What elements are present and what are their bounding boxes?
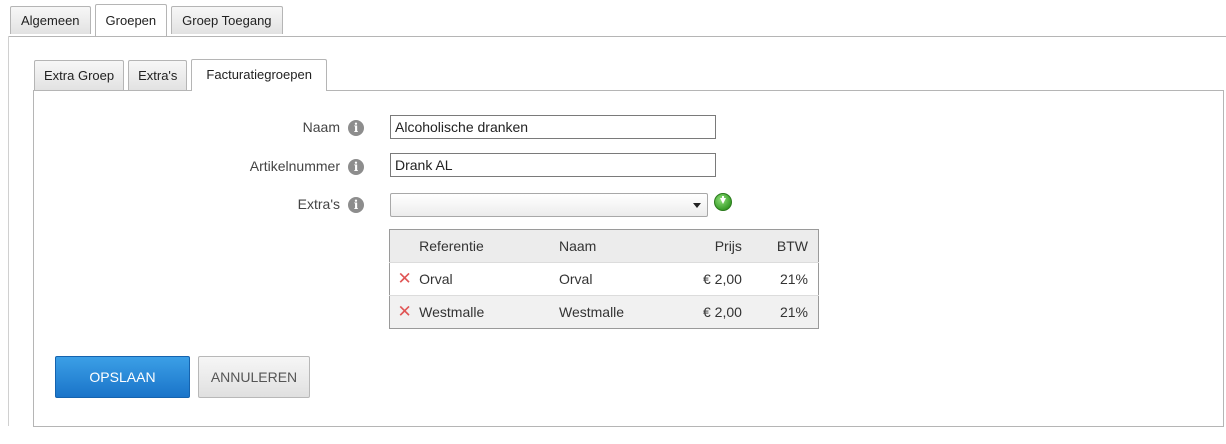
extras-table: Referentie Naam Prijs BTW ✕ Orval Orval … [389,229,819,329]
artikelnummer-label: Artikelnummer [249,158,340,174]
info-icon[interactable]: i [348,159,364,175]
extras-select[interactable] [390,193,708,217]
add-extra-icon[interactable] [714,193,732,211]
tab-algemeen[interactable]: Algemeen [10,6,91,34]
column-header-btw: BTW [741,229,819,263]
naam-input[interactable] [390,115,716,139]
naam-label: Naam [302,119,340,135]
cell-prijs: € 2,00 [666,295,742,329]
cell-btw: 21% [741,295,819,329]
delete-icon[interactable]: ✕ [397,269,411,289]
delete-column-header [389,229,420,263]
cell-naam: Orval [558,262,667,296]
table-header-row: Referentie Naam Prijs BTW [389,229,819,263]
tab-groepen[interactable]: Groepen [94,4,168,36]
cell-referentie: Westmalle [419,295,559,329]
tab-extras[interactable]: Extra's [128,60,188,90]
delete-icon[interactable]: ✕ [397,302,411,322]
cell-referentie: Orval [419,262,559,296]
info-icon[interactable]: i [348,120,364,136]
tab-extra-groep[interactable]: Extra Groep [34,60,125,90]
cell-btw: 21% [741,262,819,296]
tab-groep-toegang[interactable]: Groep Toegang [171,6,283,34]
cell-prijs: € 2,00 [666,262,742,296]
chevron-down-icon [693,203,701,208]
main-tab-bar: Algemeen Groepen Groep Toegang [10,4,287,36]
extras-label: Extra's [297,196,340,212]
outer-panel-border [8,36,9,426]
tab-facturatiegroepen[interactable]: Facturatiegroepen [191,59,327,91]
cell-naam: Westmalle [558,295,667,329]
info-icon[interactable]: i [348,197,364,213]
cancel-button[interactable]: ANNULEREN [198,356,310,398]
column-header-naam: Naam [558,229,667,263]
column-header-referentie: Referentie [419,229,559,263]
column-header-prijs: Prijs [666,229,742,263]
table-row: ✕ Westmalle Westmalle € 2,00 21% [389,295,819,329]
artikelnummer-input[interactable] [390,153,716,177]
table-row: ✕ Orval Orval € 2,00 21% [389,262,819,296]
outer-tab-divider [8,36,1226,37]
save-button[interactable]: OPSLAAN [55,356,190,398]
sub-tab-bar: Extra Groep Extra's Facturatiegroepen [34,59,331,91]
